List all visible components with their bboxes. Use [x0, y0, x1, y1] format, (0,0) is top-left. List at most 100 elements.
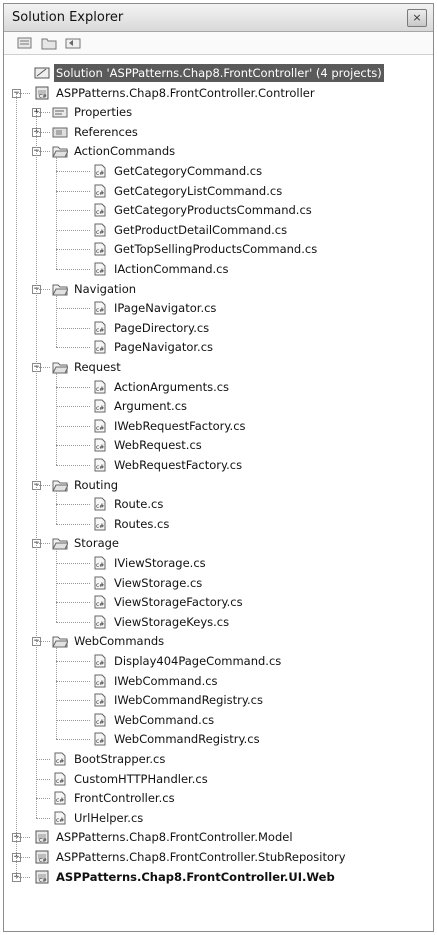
tree-connector-line — [56, 602, 90, 604]
tree-item-label: FrontController.cs — [74, 791, 175, 806]
tree-connector-line — [56, 490, 57, 524]
file-item[interactable]: c# BootStrapper.cs — [52, 750, 167, 768]
tree-item-label: ViewStorage.cs — [114, 575, 203, 590]
tree-item-label: WebRequestFactory.cs — [114, 458, 243, 472]
show-all-files-icon[interactable] — [40, 35, 58, 51]
folder-item[interactable]: ActionCommands — [52, 142, 177, 160]
solution-root[interactable]: Solution 'ASPPatterns.Chap8.FrontControl… — [34, 64, 384, 82]
svg-text:c#: c# — [96, 327, 104, 334]
file-item[interactable]: c# UrlHelper.cs — [52, 809, 145, 827]
folder-item[interactable]: Navigation — [52, 280, 138, 298]
file-item[interactable]: c# IActionCommand.cs — [92, 260, 230, 278]
refresh-icon[interactable] — [64, 35, 82, 51]
file-item[interactable]: c# WebRequestFactory.cs — [92, 456, 244, 474]
tree-item-label: PageNavigator.cs — [114, 340, 214, 355]
file-item[interactable]: c# Display404PageCommand.cs — [92, 652, 283, 670]
svg-text:c#: c# — [96, 444, 104, 451]
tree-item-label: WebRequest.cs — [114, 438, 202, 453]
tree-item-label: IPageNavigator.cs — [114, 301, 217, 316]
file-item[interactable]: c# GetProductDetailCommand.cs — [92, 221, 289, 239]
tree-connector-line — [16, 92, 30, 94]
file-item[interactable]: c# IViewStorage.cs — [92, 554, 208, 572]
tree-item-label: WebCommand.cs — [114, 712, 215, 727]
cs-file-icon: c# — [92, 321, 108, 335]
tree-item-label: GetCategoryListCommand.cs — [114, 183, 283, 198]
tree-connector-line — [56, 549, 57, 622]
tree-connector-line — [36, 112, 37, 818]
file-item[interactable]: c# Routes.cs — [92, 515, 171, 533]
svg-text:c#: c# — [96, 660, 104, 667]
file-item[interactable]: c# WebCommandRegistry.cs — [92, 730, 262, 748]
file-item[interactable]: c# GetCategoryCommand.cs — [92, 162, 264, 180]
folder-item[interactable]: Routing — [52, 476, 120, 494]
file-item[interactable]: c# GetTopSellingProductsCommand.cs — [92, 240, 319, 258]
tree-item-label: References — [74, 124, 138, 139]
tree-item-label: ActionArguments.cs — [114, 379, 230, 394]
tree-connector-line — [36, 288, 50, 290]
file-item[interactable]: c# Route.cs — [92, 495, 165, 513]
tree-connector-line — [56, 347, 90, 349]
cs-file-icon: c# — [92, 556, 108, 570]
properties-node[interactable]: Properties — [52, 103, 134, 121]
svg-text:c#: c# — [96, 307, 104, 314]
file-item[interactable]: c# IPageNavigator.cs — [92, 299, 218, 317]
file-item[interactable]: c# GetCategoryProductsCommand.cs — [92, 201, 314, 219]
references-node[interactable]: References — [52, 123, 140, 141]
tree-item-label: UrlHelper.cs — [74, 810, 144, 825]
file-item[interactable]: c# CustomHTTPHandler.cs — [52, 770, 210, 788]
folder-item[interactable]: Storage — [52, 534, 121, 552]
file-item[interactable]: c# GetCategoryListCommand.cs — [92, 182, 284, 200]
file-item[interactable]: c# WebCommand.cs — [92, 711, 216, 729]
file-item[interactable]: c# ViewStorageFactory.cs — [92, 593, 245, 611]
cs-file-icon: c# — [92, 340, 108, 354]
tree-item-label: GetProductDetailCommand.cs — [114, 222, 288, 237]
tree-connector-line — [56, 229, 90, 231]
cs-file-icon: c# — [92, 301, 108, 315]
tree-connector-line — [56, 406, 90, 408]
svg-text:c#: c# — [96, 503, 104, 510]
project-item[interactable]: C# ASPPatterns.Chap8.FrontController.Mode… — [34, 828, 295, 846]
svg-text:c#: c# — [96, 621, 104, 628]
cs-file-icon: c# — [92, 203, 108, 217]
file-item[interactable]: c# ViewStorageKeys.cs — [92, 613, 231, 631]
cs-file-icon: c# — [92, 380, 108, 394]
tree-connector-line — [36, 367, 50, 368]
close-button[interactable]: × — [407, 8, 427, 27]
svg-text:c#: c# — [96, 248, 104, 255]
tree-connector-line — [16, 857, 30, 858]
tree-item-label: GetCategoryCommand.cs — [114, 164, 263, 178]
tree-connector-line — [56, 700, 90, 702]
file-item[interactable]: c# IWebRequestFactory.cs — [92, 417, 248, 435]
tree-item-label: GetTopSellingProductsCommand.cs — [114, 242, 318, 257]
project-item[interactable]: C# ASPPatterns.Chap8.FrontController.UI.W… — [34, 868, 337, 886]
project-item[interactable]: C# ASPPatterns.Chap8.FrontController.Stub… — [34, 848, 348, 866]
file-item[interactable]: c# PageNavigator.cs — [92, 338, 215, 356]
file-item[interactable]: c# WebRequest.cs — [92, 436, 204, 454]
file-item[interactable]: c# IWebCommand.cs — [92, 672, 220, 690]
tree-connector-line — [56, 739, 90, 741]
folder-icon — [52, 144, 68, 158]
tree-connector-line — [36, 484, 50, 486]
file-item[interactable]: c# FrontController.cs — [52, 789, 177, 807]
svg-text:c#: c# — [56, 797, 64, 804]
file-item[interactable]: c# ViewStorage.cs — [92, 574, 204, 592]
properties-icon[interactable] — [16, 35, 34, 51]
file-item[interactable]: c# Argument.cs — [92, 397, 189, 415]
file-item[interactable]: c# ActionArguments.cs — [92, 378, 231, 396]
project-item[interactable]: C# ASPPatterns.Chap8.FrontController.Cont… — [34, 84, 317, 102]
tree-connector-line — [36, 778, 50, 780]
tree-connector-line — [56, 582, 90, 584]
folder-item[interactable]: Request — [52, 358, 123, 376]
svg-text:c#: c# — [96, 425, 104, 432]
file-item[interactable]: c# IWebCommandRegistry.cs — [92, 691, 265, 709]
folder-icon — [52, 634, 68, 648]
tree-item-label: IViewStorage.cs — [114, 556, 206, 570]
tree-connector-line — [56, 445, 90, 447]
tree-connector-line — [36, 759, 50, 760]
tree-connector-line — [56, 171, 90, 172]
svg-text:c#: c# — [56, 758, 64, 765]
file-item[interactable]: c# PageDirectory.cs — [92, 319, 211, 337]
cs-file-icon: c# — [92, 419, 108, 433]
folder-item[interactable]: WebCommands — [52, 632, 166, 650]
tree-connector-line — [36, 798, 50, 800]
